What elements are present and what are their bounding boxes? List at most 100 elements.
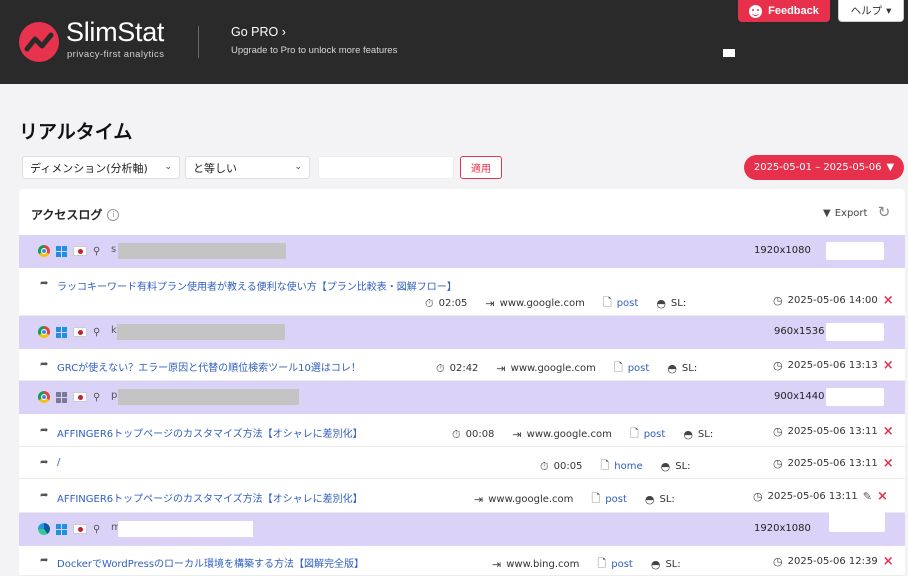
go-pro-link[interactable]: Go PRO ›: [231, 25, 286, 39]
speed-label: SL:: [659, 494, 675, 505]
operator-select[interactable]: と等しい ⌄: [185, 156, 310, 179]
edit-icon[interactable]: ✎: [863, 490, 872, 503]
gauge-icon: ◓: [650, 558, 661, 571]
timestamp: 2025-05-06 12:39: [787, 556, 878, 567]
access-log-panel: アクセスログ i ▼ Export ↻ ⚲ s 1920x1080 ➦ ラッコキ…: [19, 189, 905, 576]
redacted-ip: [117, 324, 285, 340]
duration: 02:05: [438, 298, 468, 309]
date-range-label: 2025-05-01 – 2025-05-06: [753, 162, 882, 173]
panel-title-label: アクセスログ: [31, 208, 103, 222]
screen-resolution: 1920x1080: [754, 523, 811, 534]
page-title-link[interactable]: ラッコキーワード有料プラン使用者が教える便利な使い方【プラン比較表・図解フロー】: [57, 278, 457, 293]
visitor-row[interactable]: ⚲ m 1920x1080: [19, 507, 905, 546]
visitor-row[interactable]: ⚲ s 1920x1080: [19, 235, 905, 268]
japan-flag-icon: [73, 392, 87, 402]
content-type-link[interactable]: post: [617, 298, 639, 309]
brand-name: SlimStat: [66, 17, 165, 47]
duration: 02:42: [449, 363, 479, 374]
visitor-ip[interactable]: s: [111, 244, 116, 255]
entry-arrow-icon: ➦: [40, 457, 49, 468]
caret-down-icon: ▼: [886, 162, 895, 173]
referrer-icon: ⇥: [474, 493, 484, 506]
visitor-ip[interactable]: p: [111, 390, 117, 401]
stopwatch-icon: ⏱: [540, 459, 549, 473]
document-icon: 🗋: [591, 492, 601, 505]
visitor-row[interactable]: ⚲ k 960x1536: [19, 316, 905, 349]
content-type-link[interactable]: post: [644, 429, 666, 440]
gauge-icon: ◓: [644, 493, 655, 506]
referrer: www.google.com: [488, 494, 574, 505]
japan-flag-icon: [73, 327, 87, 337]
delete-icon[interactable]: ×: [883, 359, 894, 372]
feedback-button[interactable]: Feedback: [738, 0, 830, 22]
go-pro-label: Go PRO: [231, 25, 279, 39]
chrome-browser-icon: [38, 391, 50, 403]
apply-button[interactable]: 適用: [460, 156, 502, 179]
filter-value-input[interactable]: [318, 156, 454, 179]
redacted-box: [826, 323, 884, 341]
stopwatch-icon: ⏱: [425, 296, 434, 310]
windows-os-icon: [56, 523, 67, 535]
timestamp: 2025-05-06 13:11: [787, 458, 878, 469]
delete-icon[interactable]: ×: [883, 294, 894, 307]
content-type-link[interactable]: post: [611, 559, 633, 570]
referrer: www.bing.com: [506, 559, 580, 570]
export-label: Export: [834, 208, 868, 219]
content-type-link[interactable]: home: [614, 461, 642, 472]
delete-icon[interactable]: ×: [883, 457, 894, 470]
refresh-icon[interactable]: ↻: [876, 204, 892, 220]
help-dropdown[interactable]: ヘルプ ▾: [838, 0, 904, 22]
page-title-link[interactable]: DockerでWordPressのローカル環境を構築する方法【図解完全版】: [57, 555, 364, 570]
page-title-link[interactable]: /: [57, 457, 60, 468]
delete-icon[interactable]: ×: [883, 555, 894, 568]
redacted-box: [829, 507, 885, 532]
pageview-row: ➦ ラッコキーワード有料プラン使用者が教える便利な使い方【プラン比較表・図解フロ…: [19, 268, 905, 316]
page-title-link[interactable]: AFFINGER6トップページのカスタマイズ方法【オシャレに差別化】: [57, 490, 363, 505]
page-title-link[interactable]: GRCが使えない？エラー原因と代替の順位検索ツール10選はコレ！: [57, 359, 361, 374]
entry-arrow-icon: ➦: [40, 490, 49, 501]
pageview-row: ➦ AFFINGER6トップページのカスタマイズ方法【オシャレに差別化】 ⏱ 00…: [19, 414, 905, 447]
speed-label: SL:: [697, 429, 714, 440]
pageview-row: ➦ AFFINGER6トップページのカスタマイズ方法【オシャレに差別化】 ⇥ ww…: [19, 479, 905, 513]
entry-arrow-icon: ➦: [40, 555, 49, 566]
visitor-row[interactable]: ⚲ p 900x1440: [19, 381, 905, 414]
speed-label: SL:: [665, 559, 681, 570]
referrer: www.google.com: [499, 298, 585, 309]
page-title-link[interactable]: AFFINGER6トップページのカスタマイズ方法【オシャレに差別化】: [57, 425, 363, 440]
location-pin-icon: ⚲: [93, 326, 101, 338]
pageview-row: ➦ DockerでWordPressのローカル環境を構築する方法【図解完全版】 …: [19, 546, 905, 576]
export-button[interactable]: ▼ Export: [823, 208, 867, 219]
panel-title: アクセスログ i: [31, 206, 120, 223]
location-pin-icon: ⚲: [93, 523, 101, 535]
referrer: www.google.com: [526, 429, 612, 440]
windows-os-icon: [56, 326, 67, 338]
document-icon: 🗋: [602, 296, 612, 309]
delete-icon[interactable]: ×: [877, 490, 888, 503]
redacted-ip: [118, 521, 253, 537]
entry-arrow-icon: ➦: [40, 359, 49, 370]
duration: 00:05: [553, 461, 583, 472]
referrer-icon: ⇥: [496, 362, 506, 375]
page-title: リアルタイム: [19, 121, 133, 143]
clock-icon: ◷: [773, 359, 783, 372]
referrer-icon: ⇥: [492, 558, 502, 571]
caret-down-icon: ▾: [886, 4, 892, 17]
stopwatch-icon: ⏱: [452, 427, 461, 441]
referrer-icon: ⇥: [512, 428, 522, 441]
brand-tagline: privacy-first analytics: [67, 49, 165, 60]
content-type-link[interactable]: post: [605, 494, 627, 505]
referrer: www.google.com: [510, 363, 596, 374]
entry-arrow-icon: ➦: [40, 278, 49, 289]
stopwatch-icon: ⏱: [436, 361, 445, 375]
date-range-button[interactable]: 2025-05-01 – 2025-05-06 ▼: [744, 155, 904, 180]
dimension-select[interactable]: ディメンション(分析軸) ⌄: [22, 156, 180, 179]
operator-select-value: と等しい: [193, 161, 237, 175]
content-type-link[interactable]: post: [628, 363, 650, 374]
pageview-row: ➦ / ⏱ 00:05 🗋 home ◓ SL: ◷ 2025-05-06 13:11…: [19, 447, 905, 479]
clock-icon: ◷: [773, 457, 783, 470]
visitor-ip[interactable]: k: [111, 325, 117, 336]
document-icon: 🗋: [613, 361, 623, 374]
info-icon[interactable]: i: [107, 208, 120, 221]
delete-icon[interactable]: ×: [883, 425, 894, 438]
clock-icon: ◷: [773, 555, 783, 568]
